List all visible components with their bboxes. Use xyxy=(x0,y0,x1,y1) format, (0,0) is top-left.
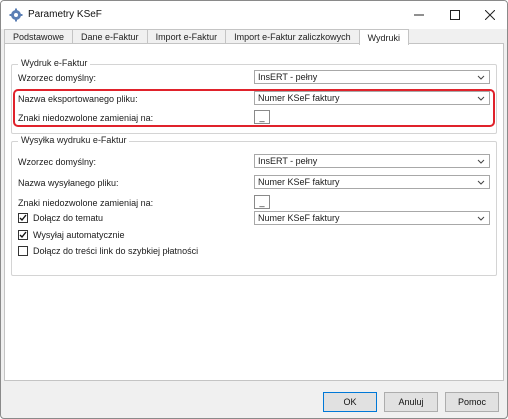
tab-wydruki[interactable]: Wydruki xyxy=(358,29,410,45)
attach-to-subject-value: Numer KSeF faktury xyxy=(258,213,340,223)
tab-import-e-faktur[interactable]: Import e-Faktur xyxy=(146,29,227,44)
cancel-button[interactable]: Anuluj xyxy=(384,392,438,412)
print-template-label: Wzorzec domyślny: xyxy=(18,73,97,83)
send-template-value: InsERT - pełny xyxy=(258,156,318,166)
send-file-name-label: Nazwa wysyłanego pliku: xyxy=(18,178,119,188)
send-group-title: Wysyłka wydruku e-Faktur xyxy=(18,135,130,145)
print-template-select[interactable]: InsERT - pełny xyxy=(254,70,490,84)
chevron-down-icon xyxy=(477,159,485,164)
send-replace-label: Znaki niedozwolone zamieniaj na: xyxy=(18,198,154,208)
tab-dane-e-faktur[interactable]: Dane e-Faktur xyxy=(72,29,148,44)
highlight-frame xyxy=(13,89,495,127)
window-title: Parametry KSeF xyxy=(28,9,102,20)
parametry-ksef-dialog: Parametry KSeF Podstawowe Dane e-Faktur … xyxy=(0,0,508,419)
minimize-button[interactable] xyxy=(401,1,437,29)
chevron-down-icon xyxy=(477,75,485,80)
close-icon xyxy=(485,10,495,20)
print-template-value: InsERT - pełny xyxy=(258,72,318,82)
minimize-icon xyxy=(414,14,424,16)
send-automatically-checkbox[interactable] xyxy=(18,230,28,240)
maximize-button[interactable] xyxy=(437,1,473,29)
send-replace-input[interactable]: _ xyxy=(254,195,270,209)
attach-to-subject-label[interactable]: Dołącz do tematu xyxy=(33,213,103,223)
maximize-icon xyxy=(450,10,460,20)
attach-to-subject-select[interactable]: Numer KSeF faktury xyxy=(254,211,490,225)
tab-import-e-faktur-zaliczkowych[interactable]: Import e-Faktur zaliczkowych xyxy=(225,29,360,44)
quick-payment-checkbox[interactable] xyxy=(18,246,28,256)
send-file-name-select[interactable]: Numer KSeF faktury xyxy=(254,175,490,189)
chevron-down-icon xyxy=(477,216,485,221)
send-template-select[interactable]: InsERT - pełny xyxy=(254,154,490,168)
close-button[interactable] xyxy=(472,1,507,29)
app-gear-icon xyxy=(9,8,23,22)
checkmark-icon xyxy=(19,214,27,222)
tab-podstawowe[interactable]: Podstawowe xyxy=(4,29,74,44)
help-button[interactable]: Pomoc xyxy=(445,392,499,412)
tab-strip: Podstawowe Dane e-Faktur Import e-Faktur… xyxy=(4,29,410,45)
send-template-label: Wzorzec domyślny: xyxy=(18,157,97,167)
attach-to-subject-checkbox[interactable] xyxy=(18,213,28,223)
print-group-title: Wydruk e-Faktur xyxy=(18,58,91,68)
title-bar: Parametry KSeF xyxy=(1,1,507,29)
quick-payment-label[interactable]: Dołącz do treści link do szybkiej płatno… xyxy=(33,246,198,256)
send-automatically-label[interactable]: Wysyłaj automatycznie xyxy=(33,230,124,240)
send-file-name-value: Numer KSeF faktury xyxy=(258,177,340,187)
checkmark-icon xyxy=(19,231,27,239)
ok-button[interactable]: OK xyxy=(323,392,377,412)
chevron-down-icon xyxy=(477,180,485,185)
